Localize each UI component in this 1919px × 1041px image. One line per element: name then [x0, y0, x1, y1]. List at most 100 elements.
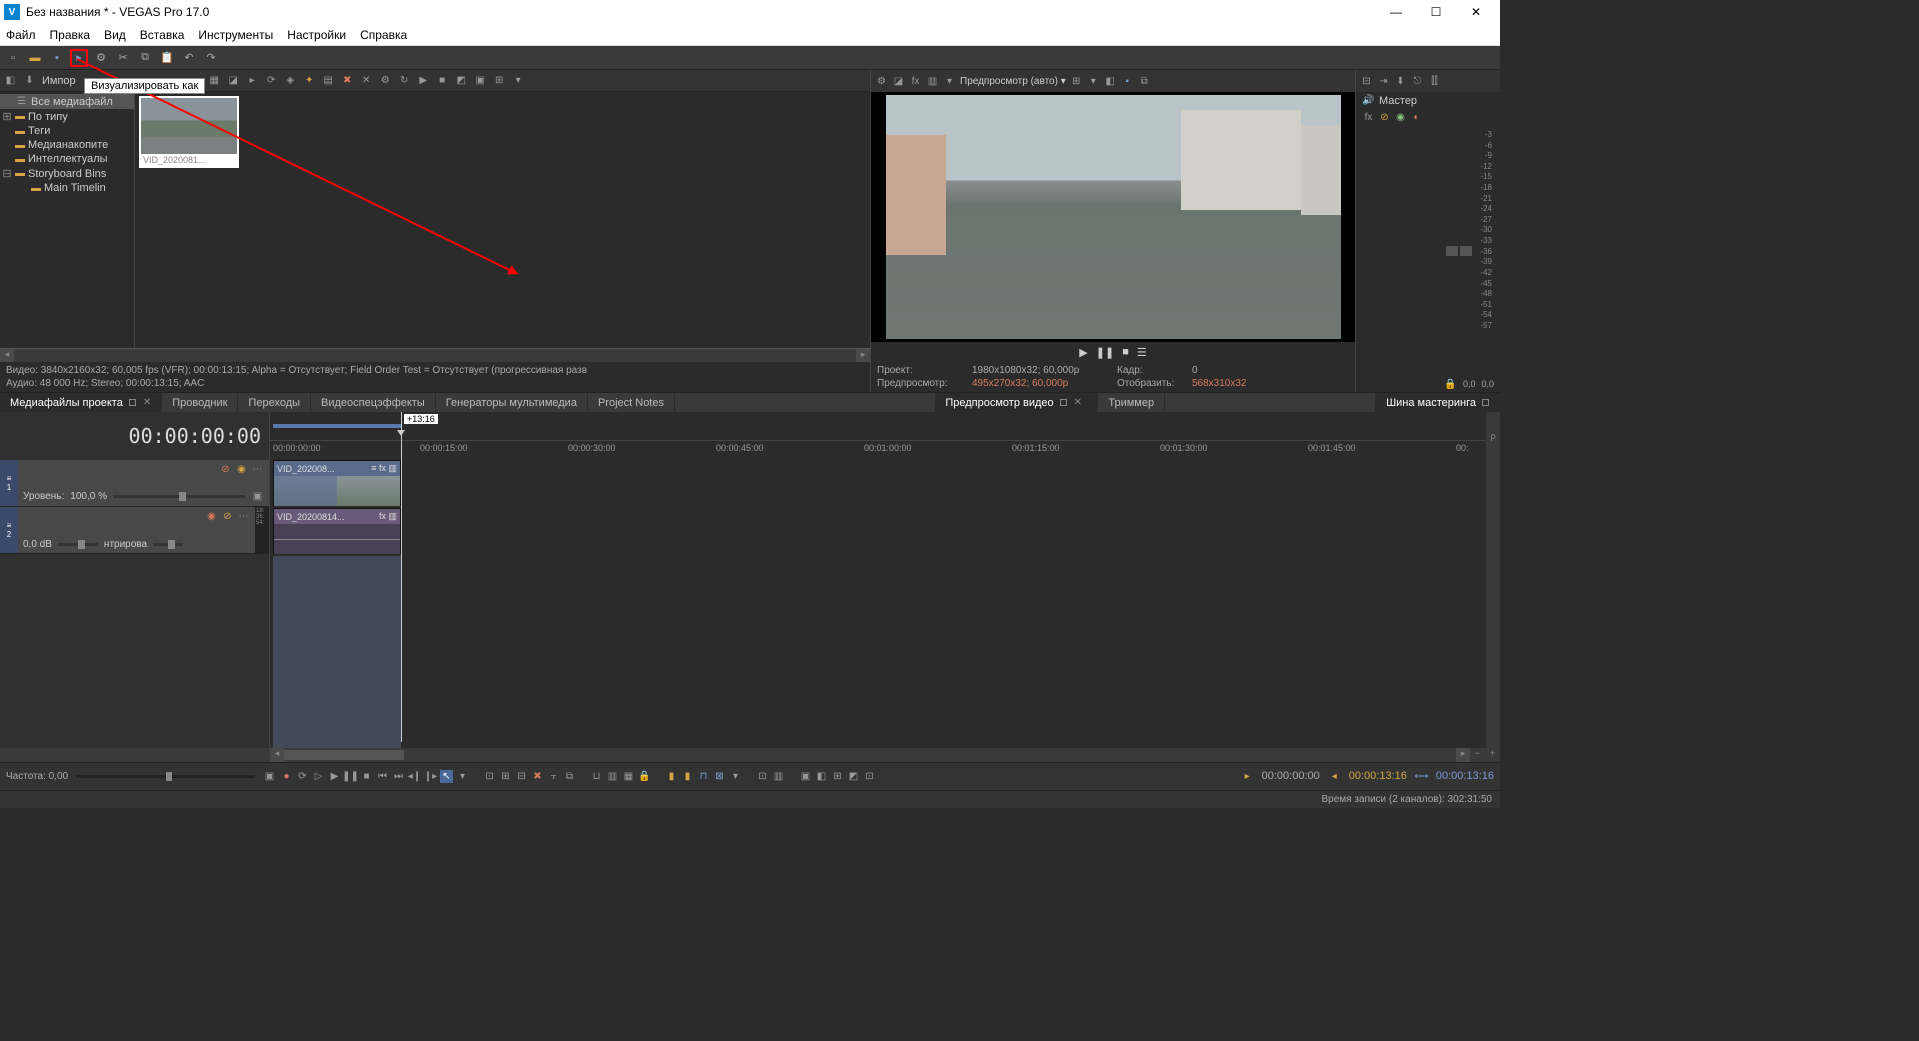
close-button[interactable]: ✕: [1456, 5, 1496, 19]
tool-icon-5[interactable]: ◈: [284, 74, 297, 87]
pv-icon-7[interactable]: ▾: [1087, 75, 1100, 88]
ms-icon-1[interactable]: ⊟: [1360, 75, 1373, 88]
tl-tool-4[interactable]: ⊞: [499, 770, 512, 783]
media-thumbnail[interactable]: VID_2020081...: [139, 96, 239, 168]
timeline-vscroll[interactable]: [1486, 460, 1500, 748]
pv-fx-icon[interactable]: fx: [909, 75, 922, 88]
menu-view[interactable]: Вид: [104, 28, 126, 42]
pv-grid-icon[interactable]: ⊞: [1070, 75, 1083, 88]
vol-slider[interactable]: [58, 543, 98, 546]
tree-storyboard[interactable]: ⊟▬Storyboard Bins: [0, 166, 134, 181]
tool-icon-9[interactable]: ✕: [360, 74, 373, 87]
tab-master-bus[interactable]: Шина мастеринга: [1375, 393, 1500, 412]
save-icon[interactable]: ▪: [48, 49, 66, 67]
ms-icon-2[interactable]: ⇥: [1377, 75, 1390, 88]
tl-tool-16[interactable]: ⊠: [713, 770, 726, 783]
pv-save-icon[interactable]: ▪: [1121, 75, 1134, 88]
tl-tool-17[interactable]: ▾: [729, 770, 742, 783]
tab-transitions[interactable]: Переходы: [238, 393, 311, 412]
playhead[interactable]: [401, 412, 402, 742]
tree-intellectual[interactable]: ▬Интеллектуалы: [0, 152, 134, 166]
timeline-ruler[interactable]: +13:16 00:00:00:0000:00:15:0000:00:30:00…: [270, 412, 1486, 460]
tab-trimmer[interactable]: Триммер: [1098, 393, 1165, 412]
pv-icon-10[interactable]: ⧉: [1138, 75, 1151, 88]
play-start-icon[interactable]: ▷: [312, 770, 325, 783]
ms-mute-icon[interactable]: ⊘: [1378, 111, 1391, 124]
tool-icon-1[interactable]: ▦: [208, 74, 221, 87]
prev-frame-icon[interactable]: ◂❙: [408, 770, 421, 783]
marker-button[interactable]: ρ: [1486, 412, 1500, 460]
pos-end[interactable]: 00:00:13:16: [1349, 770, 1407, 783]
tab-preview[interactable]: Предпросмотр видео✕: [935, 393, 1098, 412]
tl-tool-18[interactable]: ⊡: [756, 770, 769, 783]
minimize-button[interactable]: —: [1376, 5, 1416, 19]
play-icon[interactable]: ▶: [328, 770, 341, 783]
ms-dim-icon[interactable]: ◐: [1410, 111, 1423, 124]
tree-tags[interactable]: ▬Теги: [0, 124, 134, 138]
tab-videofx[interactable]: Видеоспецэффекты: [311, 393, 436, 412]
tl-tool-8[interactable]: ⧉: [563, 770, 576, 783]
tl-tool-19[interactable]: ▥: [772, 770, 785, 783]
undo-icon[interactable]: ↶: [180, 49, 198, 67]
tl-tool-23[interactable]: ◩: [847, 770, 860, 783]
timeline-hscroll[interactable]: ◂ ▸ −+: [0, 748, 1500, 762]
tl-tool-22[interactable]: ⊞: [831, 770, 844, 783]
tree-all-media[interactable]: ☰Все медиафайл: [0, 94, 134, 109]
tool-2-icon[interactable]: ▾: [456, 770, 469, 783]
audio-track-header[interactable]: ≡2 ◉⊘⋯ 0,0 dBнтрирова 18:36:54:: [0, 507, 269, 554]
copy-icon[interactable]: ⧉: [136, 49, 154, 67]
menu-help[interactable]: Справка: [360, 28, 407, 42]
ms-solo-icon[interactable]: ◉: [1394, 111, 1407, 124]
tl-tool-7[interactable]: ⫟: [547, 770, 560, 783]
video-track-header[interactable]: ≡1 ⊘◉⋯ Уровень:100,0 %▣: [0, 460, 269, 507]
menu-insert[interactable]: Вставка: [140, 28, 185, 42]
menu-tools[interactable]: Инструменты: [198, 28, 273, 42]
undock-icon[interactable]: [1060, 399, 1067, 406]
tab-media[interactable]: Медиафайлы проекта✕: [0, 393, 162, 412]
pv-icon-2[interactable]: ◪: [892, 75, 905, 88]
tool-icon-12[interactable]: ▶: [417, 74, 430, 87]
tree-main-timeline[interactable]: ▬Main Timelin: [0, 181, 134, 195]
ms-fx-icon[interactable]: fx: [1362, 111, 1375, 124]
track-more-icon[interactable]: ⋯: [237, 510, 250, 523]
tl-tool-5[interactable]: ⊟: [515, 770, 528, 783]
menu-icon[interactable]: ☰: [1137, 346, 1147, 359]
pv-icon-4[interactable]: ▥: [926, 75, 939, 88]
ms-icon-4[interactable]: ⎋: [1411, 75, 1424, 88]
pause-icon[interactable]: ❚❚: [1096, 346, 1114, 359]
tool-icon-10[interactable]: ⚙: [379, 74, 392, 87]
pan-slider[interactable]: [153, 543, 183, 546]
tl-tool-3[interactable]: ⊡: [483, 770, 496, 783]
tool-icon-13[interactable]: ■: [436, 74, 449, 87]
tool-icon-8[interactable]: ✖: [341, 74, 354, 87]
track-mute-icon[interactable]: ⊘: [221, 510, 234, 523]
paste-icon[interactable]: 📋: [158, 49, 176, 67]
track-solo-icon[interactable]: ◉: [235, 463, 248, 476]
undock-icon[interactable]: [129, 399, 136, 406]
tl-tool-6[interactable]: ✖: [531, 770, 544, 783]
pv-icon-5[interactable]: ▾: [943, 75, 956, 88]
pos-length[interactable]: 00:00:13:16: [1436, 770, 1494, 783]
tool-icon-11[interactable]: ↻: [398, 74, 411, 87]
pv-icon-8[interactable]: ◧: [1104, 75, 1117, 88]
stop-icon[interactable]: ■: [360, 770, 373, 783]
undock-icon[interactable]: [1482, 399, 1489, 406]
open-icon[interactable]: ▬: [26, 49, 44, 67]
tool-icon-14[interactable]: ◩: [455, 74, 468, 87]
lock-icon[interactable]: 🔒: [638, 770, 651, 783]
rate-slider[interactable]: [166, 772, 172, 781]
rate-reset-icon[interactable]: ▣: [263, 770, 276, 783]
cut-icon[interactable]: ✂: [114, 49, 132, 67]
tree-scrollbar[interactable]: ◂▸: [0, 348, 870, 362]
menu-edit[interactable]: Правка: [50, 28, 91, 42]
pos-start[interactable]: 00:00:00:00: [1262, 770, 1320, 783]
pause-icon[interactable]: ❚❚: [344, 770, 357, 783]
next-frame-icon[interactable]: ❙▸: [424, 770, 437, 783]
timeline-timecode[interactable]: 00:00:00:00: [0, 412, 270, 460]
tl-tool-11[interactable]: ▦: [622, 770, 635, 783]
menu-settings[interactable]: Настройки: [287, 28, 346, 42]
tool-normal-icon[interactable]: ↖: [440, 770, 453, 783]
tool-icon-2[interactable]: ◪: [227, 74, 240, 87]
tree-storage[interactable]: ▬Медианакопите: [0, 138, 134, 152]
properties-icon[interactable]: ⚙: [92, 49, 110, 67]
